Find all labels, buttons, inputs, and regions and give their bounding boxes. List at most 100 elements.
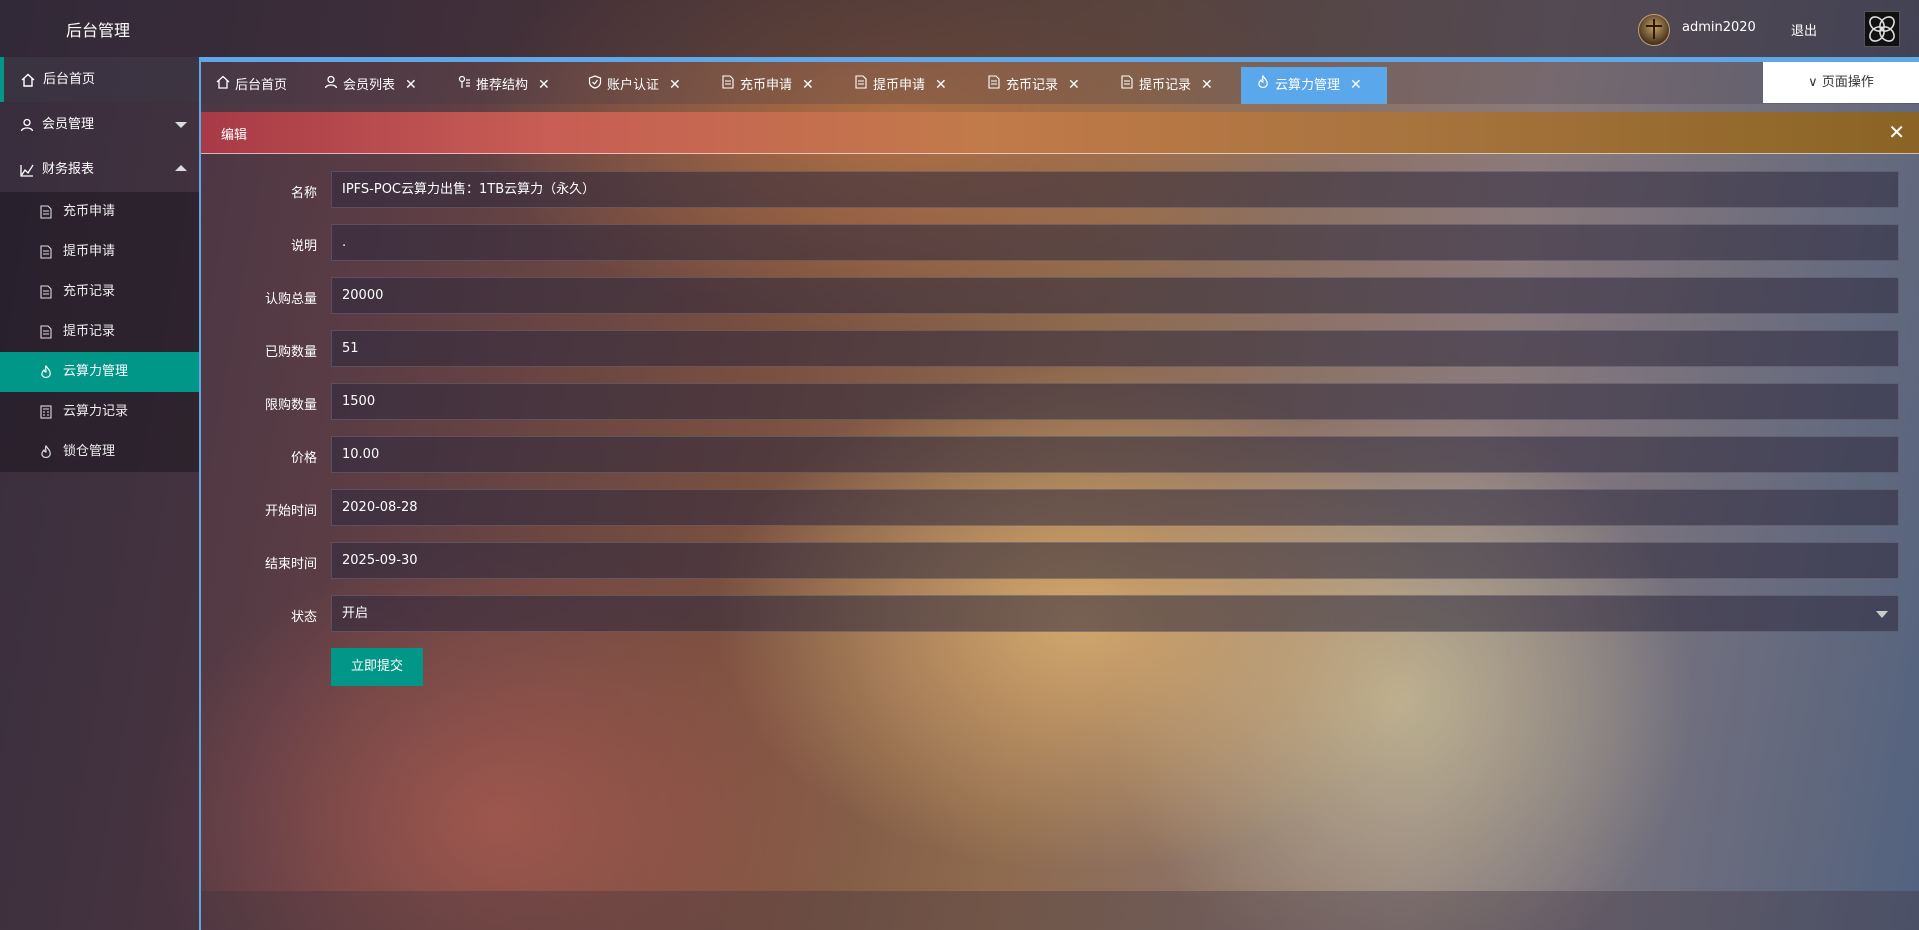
sidebar-item-withdraw-request[interactable]: 提币申请 — [0, 232, 199, 272]
chart-icon — [18, 147, 36, 192]
close-icon[interactable]: ✕ — [1888, 120, 1905, 144]
close-icon[interactable]: ✕ — [935, 67, 947, 104]
chevron-up-icon — [175, 165, 187, 171]
submit-button[interactable]: 立即提交 — [331, 648, 423, 686]
close-icon[interactable]: ✕ — [1201, 67, 1213, 104]
purchased-quantity-field[interactable]: 51 — [331, 330, 1899, 367]
home-icon — [19, 57, 37, 102]
close-icon[interactable]: ✕ — [802, 67, 814, 104]
document-icon — [1119, 67, 1135, 104]
form-row-end-time: 结束时间 2025-09-30 — [201, 542, 1919, 580]
fire-icon — [1255, 67, 1271, 104]
document-icon — [38, 272, 54, 312]
field-label: 名称 — [290, 186, 317, 201]
sidebar-item-home[interactable]: 后台首页 — [0, 57, 199, 102]
document-icon — [853, 67, 869, 104]
tab-deposit-records[interactable]: 充币记录 ✕ — [986, 67, 1080, 104]
form-row-price: 价格 10.00 — [201, 436, 1919, 474]
field-label: 结束时间 — [264, 557, 317, 572]
total-quantity-field[interactable]: 20000 — [331, 277, 1899, 314]
form-row-description: 说明 . — [201, 224, 1919, 262]
description-field[interactable]: . — [331, 224, 1899, 261]
sidebar: 后台首页 会员管理 财务报表 充币申请 提币申请 充币记录 提币记录 云算力管理… — [0, 57, 199, 930]
footer-bar — [201, 891, 1919, 930]
tab-label: 充币记录 — [1006, 78, 1059, 93]
form-row-start-time: 开始时间 2020-08-28 — [201, 489, 1919, 527]
tab-label: 提币记录 — [1139, 78, 1192, 93]
tab-withdraw-request[interactable]: 提币申请 ✕ — [853, 67, 947, 104]
document-icon — [38, 192, 54, 232]
start-time-field[interactable]: 2020-08-28 — [331, 489, 1899, 526]
sidebar-item-deposit-records[interactable]: 充币记录 — [0, 272, 199, 312]
tab-label: 云算力管理 — [1275, 78, 1341, 93]
fire-icon — [38, 432, 54, 472]
sidebar-item-label: 提币记录 — [63, 324, 116, 339]
page-operations-dropdown[interactable]: ∨ 页面操作 — [1763, 62, 1919, 103]
sidebar-item-members[interactable]: 会员管理 — [0, 102, 199, 147]
field-label: 说明 — [290, 239, 317, 254]
form-row-limit: 限购数量 1500 — [201, 383, 1919, 421]
document-icon — [720, 67, 736, 104]
username[interactable]: admin2020 — [1682, 20, 1756, 35]
sidebar-item-finance[interactable]: 财务报表 — [0, 147, 199, 192]
sidebar-item-withdraw-records[interactable]: 提币记录 — [0, 312, 199, 352]
end-time-field[interactable]: 2025-09-30 — [331, 542, 1899, 579]
sidebar-item-label: 云算力记录 — [63, 404, 129, 419]
tab-cloud-power-manage[interactable]: 云算力管理 ✕ — [1241, 67, 1387, 104]
sidebar-item-cloud-power-manage[interactable]: 云算力管理 — [0, 352, 199, 392]
status-select[interactable]: 开启 — [331, 595, 1899, 632]
close-icon[interactable]: ✕ — [538, 67, 550, 104]
document-icon — [986, 67, 1002, 104]
top-header: 后台管理 admin2020 退出 — [0, 0, 1919, 57]
tab-label: 后台首页 — [235, 78, 288, 93]
form-row-name: 名称 IPFS-POC云算力出售：1TB云算力（永久） — [201, 171, 1919, 209]
sidebar-item-lock-manage[interactable]: 锁仓管理 — [0, 432, 199, 472]
tab-referral-structure[interactable]: 推荐结构 ✕ — [456, 67, 550, 104]
name-field[interactable]: IPFS-POC云算力出售：1TB云算力（永久） — [331, 171, 1899, 208]
calculator-icon — [38, 392, 54, 432]
form-row-status: 状态 开启 — [201, 595, 1919, 633]
tab-account-verify[interactable]: 账户认证 ✕ — [587, 67, 681, 104]
tab-label: 推荐结构 — [476, 78, 529, 93]
edit-panel-header: 编辑 ✕ — [201, 112, 1919, 154]
tab-withdraw-records[interactable]: 提币记录 ✕ — [1119, 67, 1213, 104]
avatar[interactable] — [1638, 14, 1670, 46]
tab-label: 提币申请 — [873, 78, 926, 93]
price-field[interactable]: 10.00 — [331, 436, 1899, 473]
sidebar-item-label: 锁仓管理 — [63, 444, 116, 459]
clover-icon[interactable] — [1864, 11, 1900, 47]
chevron-down-icon — [175, 122, 187, 128]
sidebar-item-label: 充币记录 — [63, 284, 116, 299]
home-icon — [215, 67, 231, 104]
tab-bar: 后台首页 会员列表 ✕ 推荐结构 ✕ 账户认证 ✕ 充币申请 ✕ 提币申请 ✕ 充币记录 ✕… — [199, 57, 1919, 104]
panel-title: 编辑 — [221, 128, 248, 143]
form-row-purchased: 已购数量 51 — [201, 330, 1919, 368]
tab-member-list[interactable]: 会员列表 ✕ — [323, 67, 417, 104]
field-label: 状态 — [290, 610, 317, 625]
sidebar-item-deposit-request[interactable]: 充币申请 — [0, 192, 199, 232]
chevron-down-icon: ∨ — [1808, 75, 1818, 90]
close-icon[interactable]: ✕ — [405, 67, 417, 104]
user-icon — [18, 102, 36, 147]
field-label: 认购总量 — [264, 292, 317, 307]
close-icon[interactable]: ✕ — [1350, 67, 1362, 104]
tab-home[interactable]: 后台首页 — [215, 67, 287, 104]
sidebar-item-label: 提币申请 — [63, 244, 116, 259]
page-ops-label: 页面操作 — [1821, 75, 1874, 90]
share-icon — [456, 67, 472, 104]
shield-icon — [587, 67, 603, 104]
tab-label: 会员列表 — [343, 78, 396, 93]
sidebar-item-cloud-power-records[interactable]: 云算力记录 — [0, 392, 199, 432]
sidebar-item-label: 后台首页 — [43, 72, 96, 87]
field-label: 价格 — [290, 451, 317, 466]
purchase-limit-field[interactable]: 1500 — [331, 383, 1899, 420]
close-icon[interactable]: ✕ — [1068, 67, 1080, 104]
finance-submenu: 充币申请 提币申请 充币记录 提币记录 云算力管理 云算力记录 锁仓管理 — [0, 192, 199, 472]
close-icon[interactable]: ✕ — [669, 67, 681, 104]
field-label: 开始时间 — [264, 504, 317, 519]
form-row-total: 认购总量 20000 — [201, 277, 1919, 315]
tab-deposit-request[interactable]: 充币申请 ✕ — [720, 67, 814, 104]
sidebar-item-label: 财务报表 — [42, 162, 95, 177]
tab-label: 充币申请 — [740, 78, 793, 93]
logout-link[interactable]: 退出 — [1791, 20, 1817, 39]
